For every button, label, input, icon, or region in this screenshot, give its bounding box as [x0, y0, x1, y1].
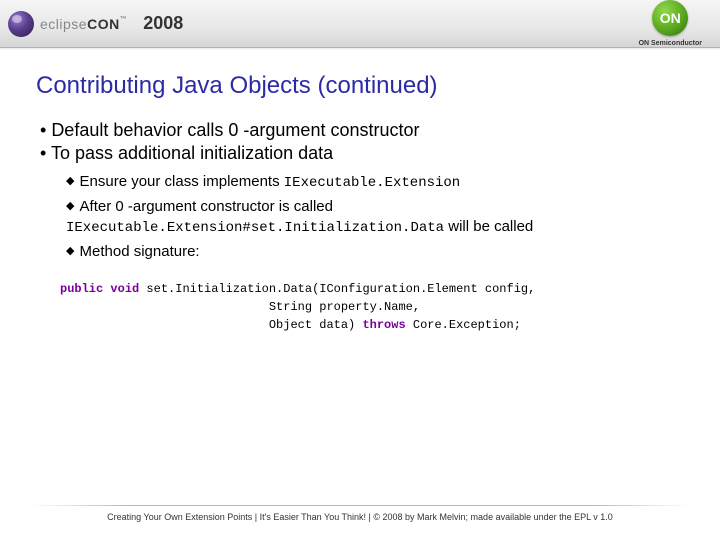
footer-text: Creating Your Own Extension Points | It'… — [0, 512, 720, 522]
subbullet-text-post: will be called — [444, 218, 533, 235]
eclipsecon-logo: eclipseCON™ 2008 — [8, 11, 183, 37]
bullet-default-behavior: Default behavior calls 0 -argument const… — [40, 120, 684, 141]
brand-suffix: CON — [87, 16, 120, 32]
subbullet-ensure-implements: Ensure your class implements IExecutable… — [66, 172, 684, 193]
subbullet-after-constructor: After 0 -argument constructor is called I… — [66, 197, 684, 238]
footer-divider — [30, 505, 690, 506]
code-line1: set.Initialization.Data(IConfiguration.E… — [139, 282, 535, 296]
inline-code: IExecutable.Extension — [284, 175, 460, 191]
trademark-symbol: ™ — [120, 16, 128, 23]
inline-code: IExecutable.Extension#set.Initialization… — [66, 220, 444, 236]
code-line2: String property.Name, — [60, 300, 420, 314]
keyword-throws: throws — [362, 318, 405, 332]
year-label: 2008 — [143, 13, 183, 34]
bullet-text: To pass additional initialization data — [51, 143, 333, 163]
eclipse-orb-icon — [8, 11, 34, 37]
keyword-public: public — [60, 282, 103, 296]
on-text: ON — [660, 10, 681, 26]
subbullet-text: Ensure your class implements — [80, 173, 284, 190]
bullet-list-level1: Default behavior calls 0 -argument const… — [40, 120, 684, 262]
code-block: public void set.Initialization.Data(ICon… — [60, 280, 684, 334]
keyword-void: void — [110, 282, 139, 296]
on-circle-icon: ON — [652, 0, 688, 36]
slide-content: Contributing Java Objects (continued) De… — [0, 48, 720, 334]
on-label: ON Semiconductor — [639, 40, 702, 47]
subbullet-text: Method signature: — [80, 243, 200, 260]
slide-footer: Creating Your Own Extension Points | It'… — [0, 505, 720, 522]
bullet-list-level2: Ensure your class implements IExecutable… — [66, 172, 684, 262]
code-line3-pre: Object data) — [60, 318, 362, 332]
subbullet-text: After 0 -argument constructor is called — [80, 198, 333, 215]
bullet-text: Default behavior calls 0 -argument const… — [51, 120, 419, 140]
slide-header: eclipseCON™ 2008 ON ON Semiconductor — [0, 0, 720, 48]
subbullet-method-signature: Method signature: — [66, 242, 684, 262]
brand-prefix: eclipse — [40, 16, 87, 32]
eclipsecon-wordmark: eclipseCON™ — [40, 16, 127, 32]
bullet-pass-data: To pass additional initialization data E… — [40, 143, 684, 262]
on-semiconductor-logo: ON ON Semiconductor — [639, 0, 702, 47]
code-line3-post: Core.Exception; — [406, 318, 521, 332]
slide-title: Contributing Java Objects (continued) — [36, 72, 684, 100]
